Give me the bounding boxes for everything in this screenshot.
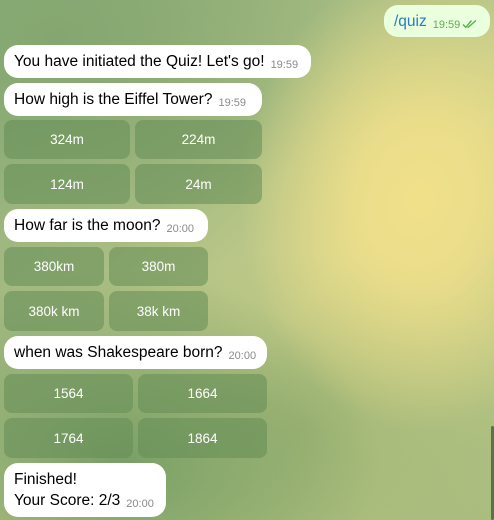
answer-button-324m[interactable]: 324m	[4, 120, 130, 159]
message-text: /quiz	[394, 13, 427, 30]
answer-button-224m[interactable]: 224m	[135, 120, 262, 159]
answer-button-380km[interactable]: 380km	[4, 247, 104, 286]
message-time: 20:00	[166, 223, 194, 235]
double-check-icon	[462, 14, 478, 35]
message-question-1: How high is the Eiffel Tower? 19:59	[4, 83, 262, 116]
outgoing-message-quiz[interactable]: /quiz 19:59	[384, 5, 490, 37]
answer-button-380m[interactable]: 380m	[109, 247, 208, 286]
message-question-2: How far is the moon? 20:00	[4, 209, 208, 242]
answer-button-24m[interactable]: 24m	[135, 164, 262, 204]
message-time: 20:00	[126, 498, 154, 510]
message-text: You have initiated the Quiz! Let's go!	[14, 53, 265, 70]
message-intro: You have initiated the Quiz! Let's go! 19…	[4, 45, 311, 78]
message-text: How far is the moon?	[14, 217, 161, 234]
message-text: when was Shakespeare born?	[14, 344, 223, 361]
answer-button-1864[interactable]: 1864	[138, 418, 267, 458]
answer-button-124m[interactable]: 124m	[4, 164, 130, 204]
message-time: 19:59	[432, 19, 461, 31]
message-text: Finished! Your Score: 2/3	[14, 471, 121, 509]
answer-button-1664[interactable]: 1664	[138, 374, 267, 413]
message-question-3: when was Shakespeare born? 20:00	[4, 336, 267, 369]
answer-button-38k-km[interactable]: 38k km	[109, 291, 208, 331]
message-time: 20:00	[228, 350, 257, 362]
message-time: 19:59	[218, 97, 246, 109]
message-text: How high is the Eiffel Tower?	[14, 91, 213, 108]
message-result: Finished! Your Score: 2/3 20:00	[4, 463, 166, 517]
message-time: 19:59	[270, 59, 299, 71]
answer-button-1764[interactable]: 1764	[4, 418, 133, 458]
answer-button-380k-km[interactable]: 380k km	[4, 291, 104, 331]
answer-button-1564[interactable]: 1564	[4, 374, 133, 413]
